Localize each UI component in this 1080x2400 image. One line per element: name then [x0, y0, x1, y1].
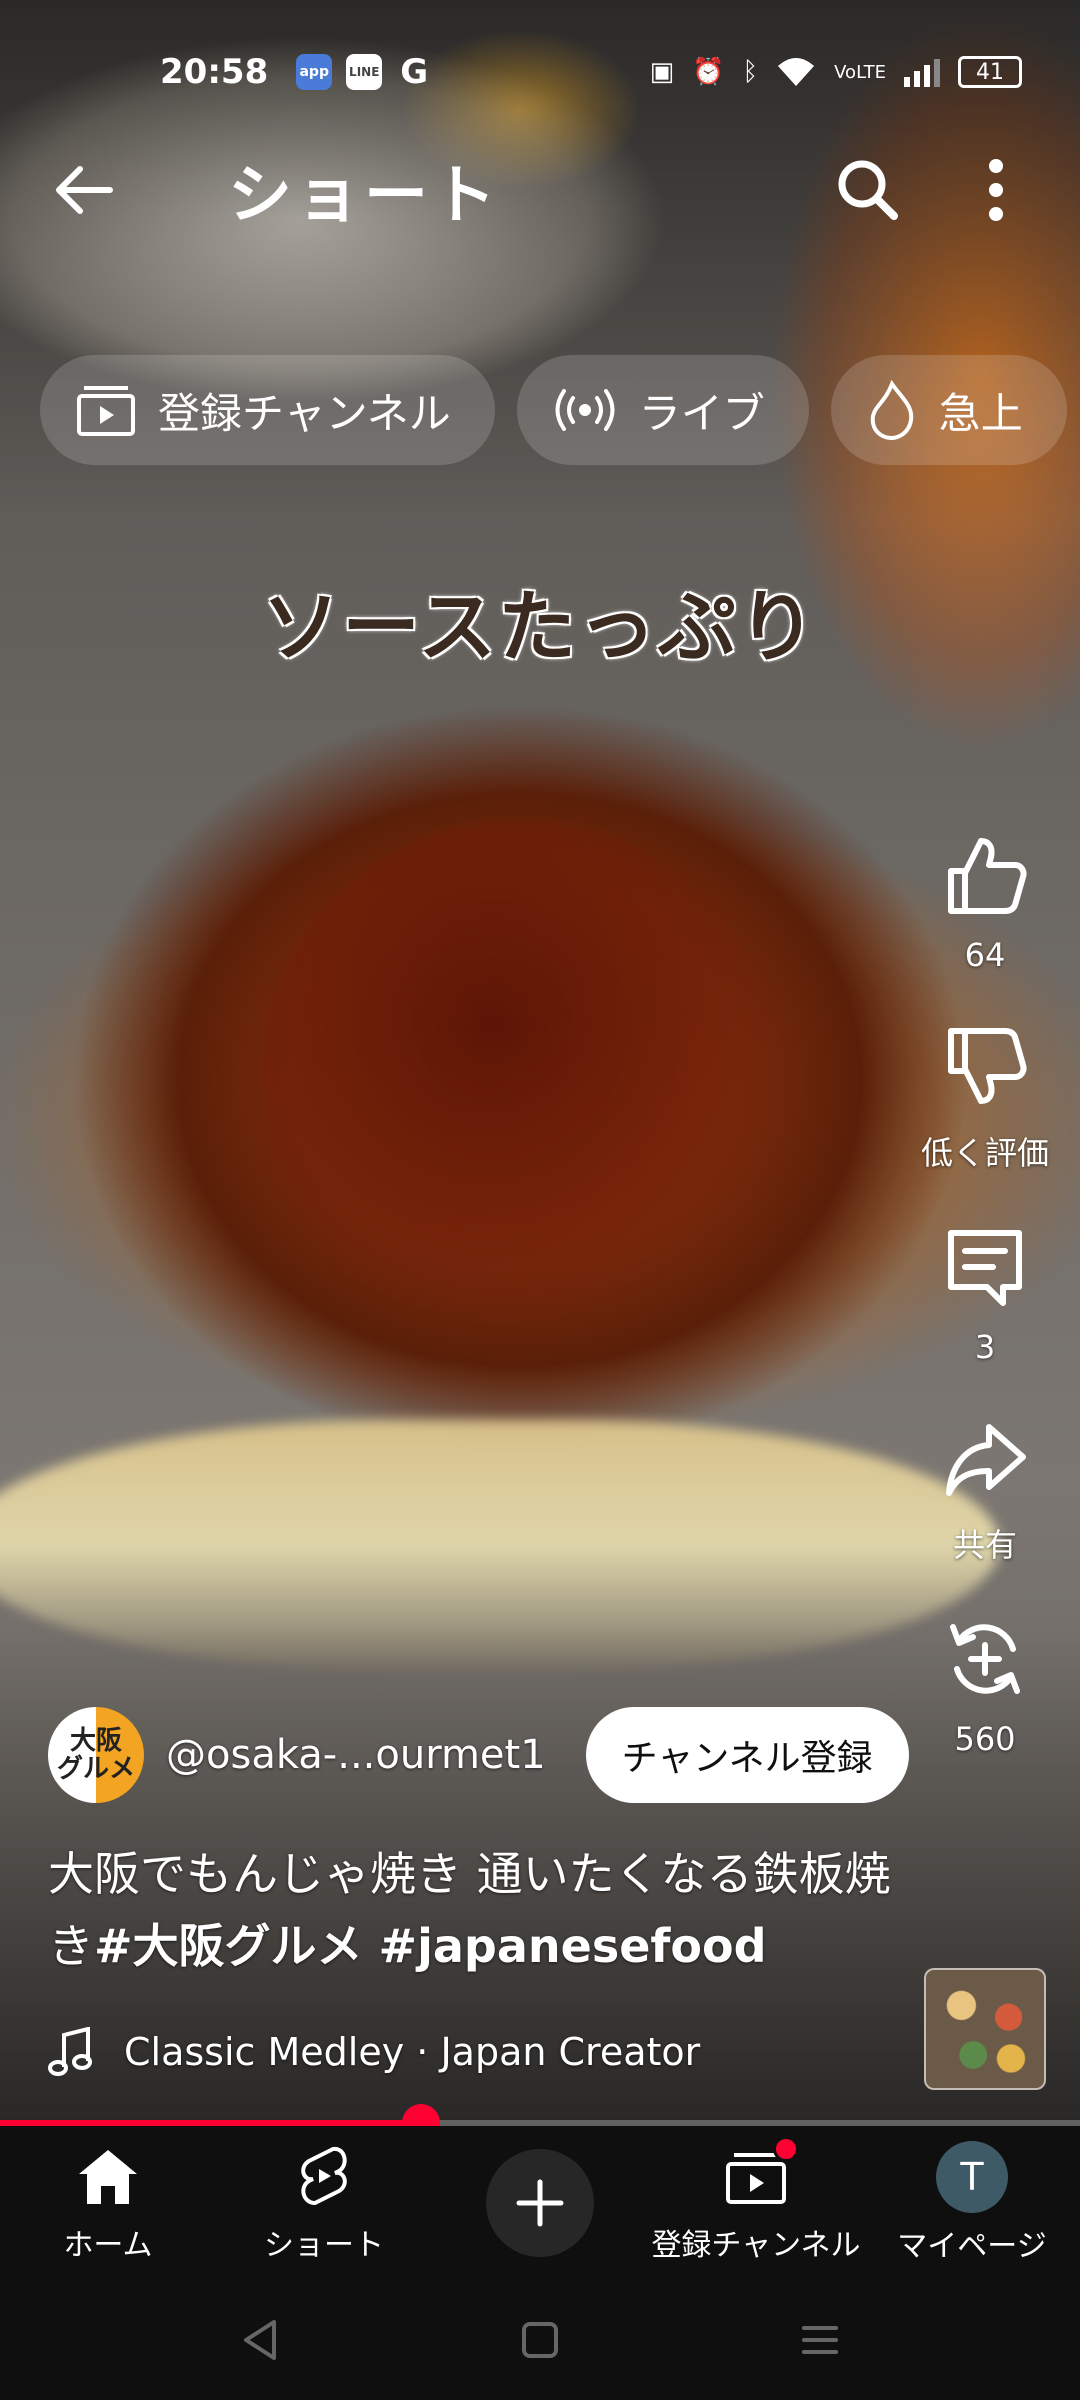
search-icon	[838, 160, 898, 220]
notification-icons: app LINE G	[296, 52, 432, 92]
comments-button[interactable]: 3	[900, 1212, 1070, 1366]
back-button[interactable]	[40, 146, 128, 234]
home-icon	[79, 2150, 137, 2204]
plus-icon	[516, 2179, 564, 2227]
wifi-icon	[778, 58, 815, 86]
create-button[interactable]	[486, 2149, 594, 2257]
status-bar: 20:58 app LINE G ▣ ⏰ ᛒ VoLTE 41	[0, 40, 1080, 104]
chip-label: ライブ	[638, 388, 765, 438]
nav-subscriptions-label: 登録チャンネル	[651, 2228, 861, 2263]
chip-label: 急上	[938, 388, 1023, 438]
battery-level: 41	[976, 59, 1004, 85]
top-app-bar: ショート	[0, 140, 1080, 240]
channel-avatar[interactable]: 大阪 グルメ	[48, 1707, 144, 1803]
share-icon	[946, 1424, 1026, 1496]
page-title: ショート	[228, 159, 500, 233]
nav-shorts[interactable]: ショート	[216, 2126, 432, 2280]
chip-label: 登録チャンネル	[158, 388, 451, 438]
chip-subscriptions[interactable]: 登録チャンネル	[40, 355, 495, 465]
trending-icon	[870, 380, 913, 440]
sound-thumbnail[interactable]	[924, 1968, 1046, 2090]
line-notification-icon: LINE	[346, 54, 383, 90]
user-initial: T	[960, 2155, 984, 2199]
nav-you[interactable]: T マイページ	[864, 2126, 1080, 2280]
volte-icon: VoLTE	[834, 61, 886, 83]
system-back-icon[interactable]	[240, 2318, 280, 2362]
bottom-navigation: ホーム ショート 登録チャンネル T マイページ	[0, 2126, 1080, 2280]
dislike-button[interactable]: 低く評価	[900, 1012, 1070, 1174]
chip-trending[interactable]: 急上	[830, 355, 1067, 465]
nav-you-label: マイページ	[897, 2229, 1047, 2264]
system-menu-icon[interactable]	[800, 2320, 840, 2360]
subscriptions-icon	[77, 386, 135, 436]
thumbs-up-icon	[948, 838, 1027, 914]
user-avatar: T	[936, 2141, 1008, 2213]
music-row[interactable]: Classic Medley · Japan Creator	[48, 2020, 700, 2084]
signal-icon	[904, 59, 940, 87]
google-notification-icon: G	[400, 52, 429, 92]
dislike-label: 低く評価	[920, 1134, 1049, 1172]
subscribe-button[interactable]: チャンネル登録	[585, 1707, 909, 1803]
live-icon	[555, 389, 615, 431]
nfc-icon: ▣	[649, 57, 675, 87]
chip-live[interactable]: ライブ	[516, 355, 809, 465]
thumbs-down-icon	[948, 1028, 1027, 1104]
system-navigation	[0, 2280, 1080, 2400]
video-caption: ソースたっぷり	[261, 582, 819, 673]
channel-avatar-text: 大阪 グルメ	[56, 1726, 135, 1784]
channel-row: 大阪 グルメ @osaka-...ourmet1 チャンネル登録	[48, 1705, 909, 1805]
more-vertical-icon	[989, 159, 1003, 221]
nav-create[interactable]	[432, 2126, 648, 2280]
music-text: Classic Medley · Japan Creator	[124, 2030, 701, 2074]
action-column: 64 低く評価 3 共有 560	[900, 820, 1070, 1796]
remix-icon	[950, 1624, 1020, 1694]
battery-icon: 41	[958, 56, 1022, 88]
short-title-hashtags[interactable]: #大阪グルメ #japanesefood	[94, 1919, 767, 1973]
share-button[interactable]: 共有	[900, 1404, 1070, 1566]
nav-home-label: ホーム	[63, 2228, 153, 2263]
like-button[interactable]: 64	[900, 820, 1070, 974]
more-options-button[interactable]	[952, 146, 1040, 234]
shorts-icon	[301, 2146, 347, 2206]
app-bar-actions	[824, 146, 1040, 234]
app-notification-icon: app	[296, 54, 333, 90]
search-button[interactable]	[824, 146, 912, 234]
status-time: 20:58	[160, 52, 269, 92]
video-frame-sauce	[260, 820, 780, 1340]
system-icons: ▣ ⏰ ᛒ VoLTE 41	[650, 56, 1022, 88]
comment-count: 3	[974, 1328, 996, 1366]
comment-icon	[948, 1230, 1022, 1306]
remix-count: 560	[954, 1720, 1016, 1758]
share-label: 共有	[952, 1526, 1017, 1564]
nav-subscriptions[interactable]: 登録チャンネル	[648, 2126, 864, 2280]
like-count: 64	[964, 936, 1006, 974]
feed-filter-chips: 登録チャンネル ライブ 急上	[40, 355, 1080, 465]
notification-dot	[773, 2136, 799, 2162]
nav-shorts-label: ショート	[264, 2228, 384, 2263]
music-note-icon	[48, 2027, 92, 2076]
bluetooth-icon: ᛒ	[742, 57, 759, 87]
system-home-icon[interactable]	[520, 2320, 560, 2360]
nav-home[interactable]: ホーム	[0, 2126, 216, 2280]
remix-button[interactable]: 560	[900, 1604, 1070, 1758]
channel-handle[interactable]: @osaka-...ourmet1	[166, 1732, 546, 1778]
arrow-left-icon	[56, 166, 113, 214]
alarm-icon: ⏰	[692, 57, 725, 87]
short-title[interactable]: 大阪でもんじゃ焼き 通いたくなる鉄板焼き#大阪グルメ #japanesefood	[48, 1838, 908, 1982]
